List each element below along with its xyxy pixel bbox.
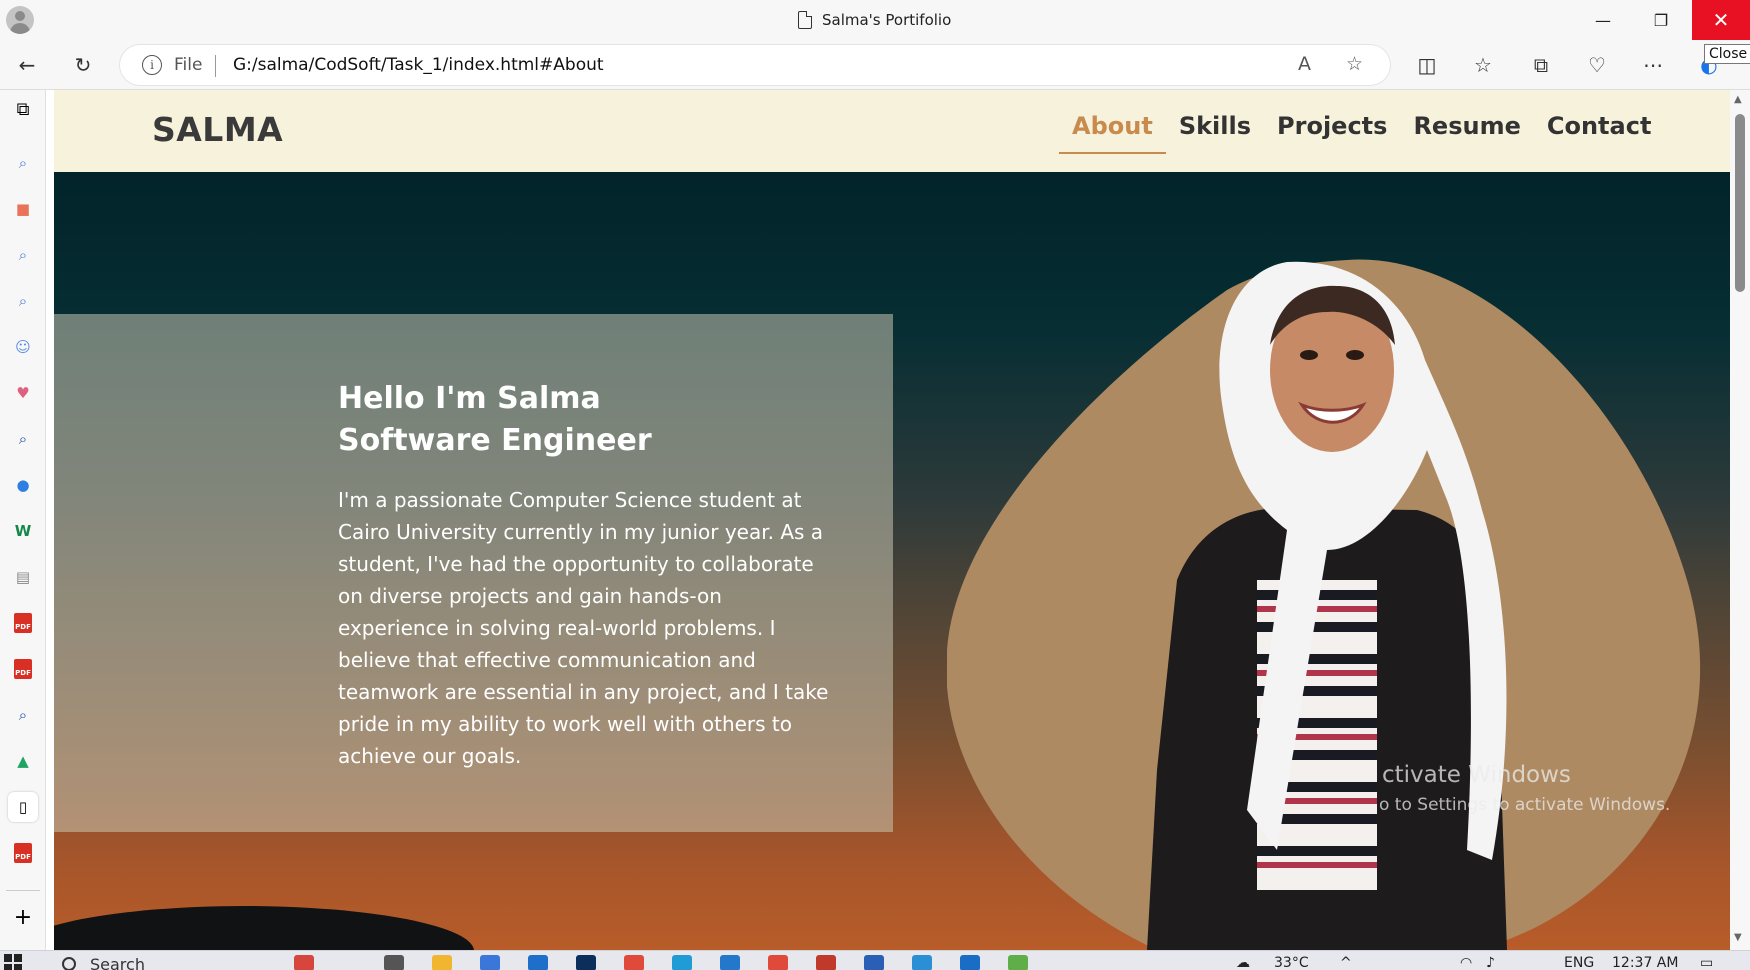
search-tab-icon[interactable]: ⌕ [8,240,38,270]
word-icon[interactable] [864,955,884,970]
vertical-tabs-sidebar: ⧉ ⌕ ■ ⌕ ⌕ ☺ ♥ ⌕ ● W ▤ PDF PDF ⌕ ▲ ▯ PDF … [0,90,46,950]
task-view-icon[interactable] [384,955,404,970]
site-navbar: SALMA About Skills Projects Resume Conta… [54,90,1730,172]
profile-avatar-icon[interactable] [6,6,34,34]
file-explorer-icon[interactable] [432,955,452,970]
wifi-icon[interactable]: ◠ [1460,955,1472,970]
windows-start-icon[interactable] [4,954,24,970]
split-screen-icon[interactable]: ◫ [1410,48,1444,82]
web-page: SALMA About Skills Projects Resume Conta… [54,90,1730,950]
more-menu-icon[interactable]: ⋯ [1636,48,1670,82]
nav-link-resume[interactable]: Resume [1400,112,1533,154]
scrollbar-thumb[interactable] [1735,114,1745,292]
notification-icon[interactable]: ▭ [1700,955,1713,970]
scroll-down-arrow-icon[interactable]: ▼ [1734,932,1742,943]
volume-icon[interactable]: ♪ [1486,955,1495,970]
file-scheme-label: File [174,55,203,75]
pdf-tab-icon[interactable]: PDF [8,838,38,868]
intro-card: Hello I'm Salma Software Engineer I'm a … [54,314,893,832]
left-eye [1300,350,1318,360]
search-tab-icon[interactable]: ⌕ [8,286,38,316]
minimize-button[interactable]: — [1574,0,1632,40]
taskbar-widget-icon[interactable] [294,955,314,970]
clock-time[interactable]: 12:37 AM [1612,955,1678,970]
heart-tab-icon[interactable]: ♥ [8,378,38,408]
scroll-up-arrow-icon[interactable]: ▲ [1734,94,1742,105]
right-eye [1346,350,1364,360]
bot-tab-icon[interactable]: ☺ [8,332,38,362]
document-icon [798,11,812,29]
bio-paragraph: I'm a passionate Computer Science studen… [338,488,829,768]
refresh-icon[interactable]: ↻ [66,48,100,82]
hill-silhouette [54,906,474,950]
hero-headline: Hello I'm Salma Software Engineer [338,378,858,462]
edge-icon[interactable] [672,955,692,970]
collections-icon[interactable]: ⧉ [1524,48,1558,82]
store-icon[interactable] [480,955,500,970]
nav-menu: About Skills Projects Resume Contact [1059,112,1664,154]
drive-tab-icon[interactable]: ▲ [8,746,38,776]
sidebar-divider [6,890,40,891]
nav-link-contact[interactable]: Contact [1534,112,1665,154]
activate-windows-title: ctivate Windows [1382,762,1571,788]
tab-favicon-icon[interactable]: ■ [8,194,38,224]
link-tab-icon[interactable]: ● [8,470,38,500]
search-tab-icon[interactable]: ⌕ [8,424,38,454]
mail-icon[interactable] [528,955,548,970]
profile-photo [947,259,1701,950]
page-scrollbar[interactable]: ▲ ▼ [1730,90,1750,950]
app-icon[interactable] [1008,955,1028,970]
browser-title-bar: Salma's Portifolio — ❐ ✕ [0,0,1750,40]
chrome-profile-icon[interactable] [768,955,788,970]
search-tab-icon[interactable]: ⌕ [8,148,38,178]
taskbar-search-label: Search [90,955,145,970]
app-icon[interactable] [912,955,932,970]
media-player-icon[interactable] [816,955,836,970]
browser-toolbar: ← ↻ i File G:/salma/CodSoft/Task_1/index… [0,40,1750,90]
headline-greeting: Hello I'm Salma [338,381,601,416]
weather-icon[interactable]: ☁ [1236,955,1250,970]
pdf-tab-icon[interactable]: PDF [8,654,38,684]
activate-windows-subtitle: o to Settings to activate Windows. [1379,795,1671,815]
omnibox-divider [215,55,216,77]
vscode-icon[interactable] [720,955,740,970]
headline-role: Software Engineer [338,423,652,458]
tab-title: Salma's Portifolio [822,11,952,29]
close-window-button[interactable]: ✕ [1692,0,1750,40]
browser-essentials-icon[interactable]: ♡ [1580,48,1614,82]
site-logo[interactable]: SALMA [152,110,283,149]
outlook-icon[interactable] [960,955,980,970]
nav-link-skills[interactable]: Skills [1166,112,1264,154]
nav-link-projects[interactable]: Projects [1264,112,1400,154]
calendar-tab-icon[interactable]: ▤ [8,562,38,592]
tab[interactable]: Salma's Portifolio [798,10,951,30]
hero-section: Hello I'm Salma Software Engineer I'm a … [54,172,1730,950]
read-aloud-icon[interactable]: A [1298,53,1311,75]
new-tab-plus-icon[interactable]: + [8,902,38,932]
photoshop-icon[interactable] [576,955,596,970]
chrome-icon[interactable] [624,955,644,970]
restore-button[interactable]: ❐ [1632,0,1690,40]
temperature-label[interactable]: 33°C [1274,955,1309,970]
info-icon[interactable]: i [142,55,162,75]
tab-actions-icon[interactable]: ⧉ [8,94,38,124]
favorites-icon[interactable]: ☆ [1466,48,1500,82]
url-text[interactable]: G:/salma/CodSoft/Task_1/index.html#About [233,55,604,75]
w-tab-icon[interactable]: W [8,516,38,546]
favorite-star-icon[interactable]: ☆ [1346,53,1363,75]
tray-chevron-icon[interactable]: ^ [1340,955,1352,970]
back-arrow-icon[interactable]: ← [10,48,44,82]
windows-taskbar: Search ☁ 33°C ^ ◠ ♪ ENG 12:37 AM ▭ [0,950,1750,970]
close-tooltip: Close [1704,44,1750,64]
nav-link-about[interactable]: About [1059,112,1166,154]
pdf-tab-icon[interactable]: PDF [8,608,38,638]
search-tab-icon[interactable]: ⌕ [8,700,38,730]
current-tab-document-icon[interactable]: ▯ [8,792,38,822]
language-indicator[interactable]: ENG [1564,955,1594,970]
address-bar[interactable]: i File G:/salma/CodSoft/Task_1/index.htm… [120,45,1390,85]
search-icon [62,957,76,970]
taskbar-search[interactable]: Search [46,951,276,970]
